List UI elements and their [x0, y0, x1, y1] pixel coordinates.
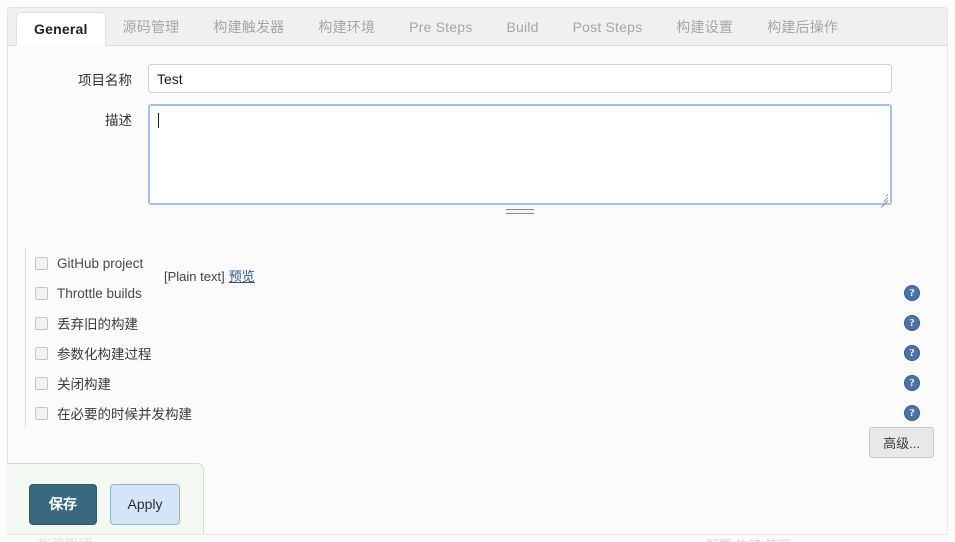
project-name-input[interactable] — [148, 64, 892, 93]
option-row-throttle-builds: Throttle builds ? — [35, 278, 935, 308]
option-label-discard-old-builds[interactable]: 丢弃旧的构建 — [57, 313, 138, 333]
save-button[interactable]: 保存 — [29, 484, 97, 525]
textarea-drag-handle[interactable] — [506, 209, 534, 214]
tab-post-steps[interactable]: Post Steps — [556, 11, 660, 45]
tab-general[interactable]: General — [16, 12, 106, 46]
project-name-label: 项目名称 — [78, 73, 132, 88]
option-label-disable-build[interactable]: 关闭构建 — [57, 373, 111, 393]
tab-build-environment[interactable]: 构建环境 — [301, 11, 392, 45]
tab-build-settings[interactable]: 构建设置 — [659, 11, 750, 45]
option-label-parameterized-build[interactable]: 参数化构建过程 — [57, 343, 152, 363]
tab-build[interactable]: Build — [489, 11, 555, 45]
tab-build-triggers[interactable]: 构建触发器 — [196, 11, 301, 45]
apply-button[interactable]: Apply — [110, 484, 180, 525]
description-label: 描述 — [105, 113, 132, 128]
checkbox-disable-build[interactable] — [35, 376, 48, 390]
help-icon-concurrent-builds[interactable]: ? — [904, 405, 920, 421]
below-fold-content: 配置 构建 管理 — [0, 537, 955, 542]
option-row-github-project: GitHub project — [35, 248, 935, 278]
option-row-parameterized-build: 参数化构建过程 ? — [35, 338, 935, 368]
project-name-row: 项目名称 — [8, 64, 892, 93]
text-caret — [158, 113, 159, 128]
option-label-concurrent-builds[interactable]: 在必要的时候并发构建 — [57, 403, 192, 423]
option-row-concurrent-builds: 在必要的时候并发构建 ? — [35, 398, 935, 428]
checkbox-parameterized-build[interactable] — [35, 346, 48, 360]
help-icon-disable-build[interactable]: ? — [904, 375, 920, 391]
help-icon-parameterized-build[interactable]: ? — [904, 345, 920, 361]
job-config-page: General 源码管理 构建触发器 构建环境 Pre Steps Build … — [0, 0, 955, 542]
options-list: GitHub project Throttle builds ? 丢弃旧的构建 … — [25, 248, 935, 428]
config-tab-bar: General 源码管理 构建触发器 构建环境 Pre Steps Build … — [7, 7, 948, 46]
config-form: 项目名称 描述 [Plain text]预览 GitHub project — [7, 46, 948, 542]
checkbox-github-project[interactable] — [35, 256, 48, 270]
checkbox-concurrent-builds[interactable] — [35, 406, 48, 420]
option-label-throttle-builds[interactable]: Throttle builds — [57, 286, 142, 301]
help-icon-discard-old-builds[interactable]: ? — [904, 315, 920, 331]
tab-scm[interactable]: 源码管理 — [106, 11, 197, 45]
help-icon-throttle-builds[interactable]: ? — [904, 285, 920, 301]
sticky-action-bar: 保存 Apply — [7, 463, 204, 535]
checkbox-discard-old-builds[interactable] — [35, 316, 48, 330]
advanced-button[interactable]: 高级... — [869, 427, 934, 458]
tab-post-build-actions[interactable]: 构建后操作 — [750, 11, 855, 45]
description-textarea[interactable] — [148, 104, 892, 205]
description-row: 描述 — [8, 104, 892, 214]
description-textarea-wrap — [148, 104, 892, 214]
option-row-discard-old-builds: 丢弃旧的构建 ? — [35, 308, 935, 338]
option-label-github-project[interactable]: GitHub project — [57, 256, 143, 271]
option-row-disable-build: 关闭构建 ? — [35, 368, 935, 398]
tab-pre-steps[interactable]: Pre Steps — [392, 11, 489, 45]
checkbox-throttle-builds[interactable] — [35, 286, 48, 300]
page-bottom-divider — [7, 534, 948, 535]
